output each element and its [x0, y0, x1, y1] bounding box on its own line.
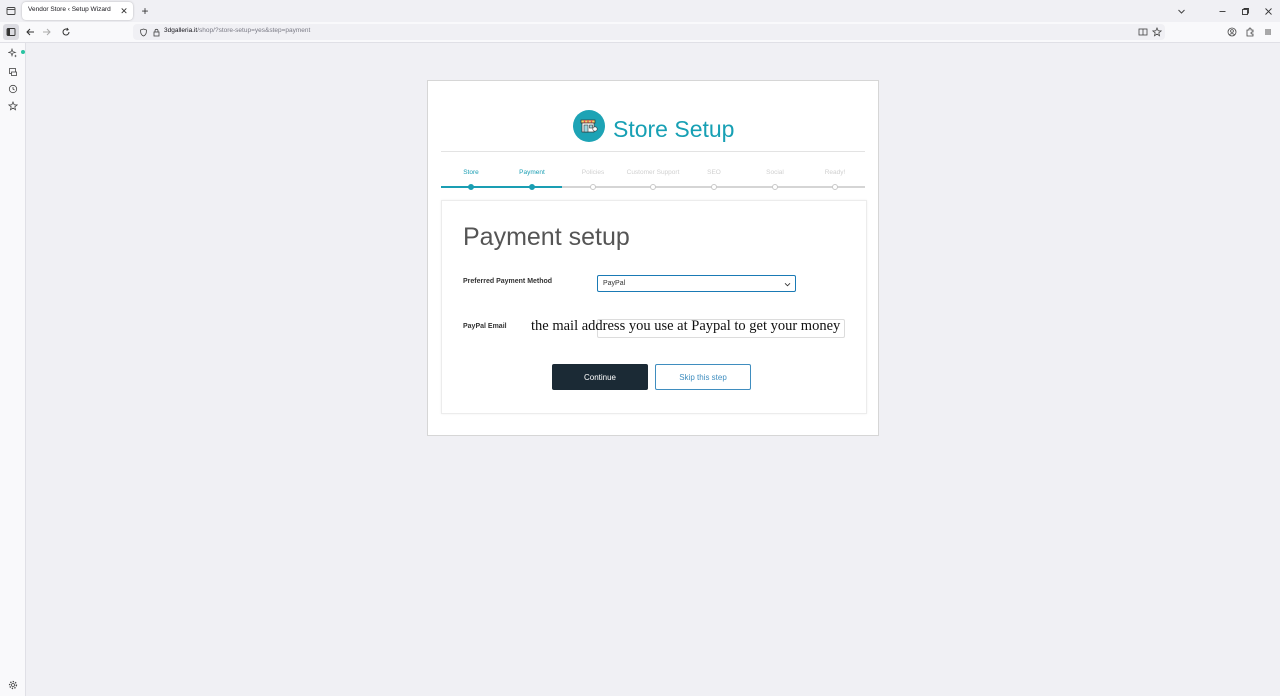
paypal-email-field[interactable]: [597, 319, 845, 338]
section-title: Payment setup: [463, 223, 630, 251]
address-bar[interactable]: 3dgalleria.it/shop/?store-setup=yes&step…: [133, 24, 1165, 40]
extensions-icon[interactable]: [1243, 25, 1257, 39]
chevron-down-icon: [782, 279, 792, 289]
forward-arrow-icon[interactable]: [40, 25, 54, 39]
step-dot: [650, 184, 656, 190]
reload-icon[interactable]: [59, 25, 73, 39]
page-title: Store Setup: [613, 116, 735, 142]
new-tab-plus-icon[interactable]: +: [139, 4, 151, 18]
close-window-icon[interactable]: [1261, 4, 1275, 18]
setup-wizard-card: Store Setup Store Payment Policies Custo…: [427, 80, 879, 436]
payment-setup-panel: Payment setup Preferred Payment Method P…: [441, 200, 867, 414]
restore-window-icon[interactable]: [1238, 4, 1252, 18]
step-label: Customer Support: [626, 169, 680, 176]
step-label: Ready!: [824, 169, 846, 176]
close-tab-icon[interactable]: ✕: [118, 5, 130, 17]
store-logo-icon: [573, 110, 605, 142]
step-label: Policies: [581, 169, 605, 176]
browser-tab-active[interactable]: Vendor Store ‹ Setup Wizard ✕: [22, 2, 133, 20]
bookmarks-icon[interactable]: [6, 99, 19, 112]
continue-button[interactable]: Continue: [552, 364, 648, 390]
history-icon[interactable]: [6, 82, 19, 95]
step-payment[interactable]: Payment: [502, 169, 562, 190]
settings-gear-icon[interactable]: [6, 678, 19, 691]
tab-title: Vendor Store ‹ Setup Wizard: [28, 6, 111, 13]
step-label: Store: [463, 169, 479, 176]
step-label: SEO: [707, 169, 721, 176]
lock-icon[interactable]: [149, 25, 163, 39]
navigation-toolbar: 3dgalleria.it/shop/?store-setup=yes&step…: [0, 22, 1280, 43]
paypal-email-label: PayPal Email: [463, 323, 507, 330]
skip-step-button[interactable]: Skip this step: [655, 364, 751, 390]
step-dot: [772, 184, 778, 190]
step-label: Social: [766, 169, 784, 176]
payment-method-value: PayPal: [603, 280, 626, 287]
notification-dot: [21, 50, 25, 54]
stepper-progress: [441, 186, 562, 188]
bookmark-star-icon[interactable]: [1150, 25, 1164, 39]
step-dot: [590, 184, 596, 190]
step-label: Payment: [519, 169, 545, 176]
step-policies[interactable]: Policies: [563, 169, 623, 190]
step-ready[interactable]: Ready!: [805, 169, 865, 190]
step-dot: [468, 184, 474, 190]
setup-stepper: Store Payment Policies Customer Support …: [441, 169, 865, 191]
title-divider: [441, 151, 865, 152]
synced-tabs-icon[interactable]: [6, 65, 19, 78]
payment-method-select[interactable]: PayPal: [597, 275, 796, 292]
url-text: 3dgalleria.it/shop/?store-setup=yes&step…: [164, 27, 310, 34]
hamburger-menu-icon[interactable]: [1261, 25, 1275, 39]
account-icon[interactable]: [1225, 25, 1239, 39]
url-path: /shop/?store-setup=yes&step=payment: [197, 27, 311, 34]
step-customer-support[interactable]: Customer Support: [623, 169, 683, 190]
minimize-icon[interactable]: [1215, 4, 1229, 18]
tracking-shield-icon[interactable]: [136, 25, 150, 39]
step-dot: [711, 184, 717, 190]
back-arrow-icon[interactable]: [23, 25, 37, 39]
step-store[interactable]: Store: [441, 169, 501, 190]
tab-list-icon[interactable]: [4, 4, 18, 18]
sidebar-toggle-icon[interactable]: [3, 24, 19, 40]
step-dot: [832, 184, 838, 190]
step-dot: [529, 184, 535, 190]
step-seo[interactable]: SEO: [684, 169, 744, 190]
url-host: 3dgalleria.it: [164, 27, 198, 34]
tab-strip: Vendor Store ‹ Setup Wizard ✕ +: [0, 0, 1280, 22]
step-social[interactable]: Social: [745, 169, 805, 190]
list-all-tabs-chevron-icon[interactable]: [1174, 4, 1188, 18]
ai-chatbot-icon[interactable]: [6, 46, 25, 59]
payment-method-label: Preferred Payment Method: [463, 278, 553, 285]
reader-view-icon[interactable]: [1136, 25, 1150, 39]
browser-sidebar: [0, 43, 26, 696]
